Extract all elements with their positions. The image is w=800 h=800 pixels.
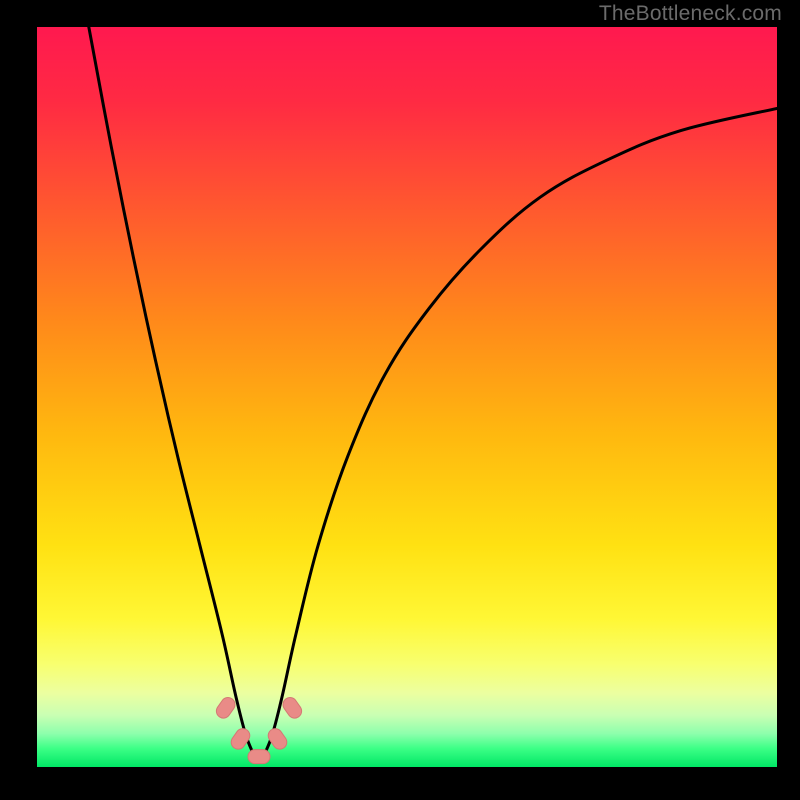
curve-marker	[214, 695, 238, 721]
curve-markers	[214, 695, 305, 764]
watermark-text: TheBottleneck.com	[599, 2, 782, 26]
curve-layer	[37, 27, 777, 767]
curve-marker	[280, 695, 304, 721]
plot-area	[37, 27, 777, 767]
curve-marker	[265, 726, 289, 752]
curve-marker	[228, 726, 252, 752]
chart-frame: TheBottleneck.com	[0, 0, 800, 800]
curve-marker	[248, 750, 270, 764]
bottleneck-curve	[89, 27, 777, 758]
